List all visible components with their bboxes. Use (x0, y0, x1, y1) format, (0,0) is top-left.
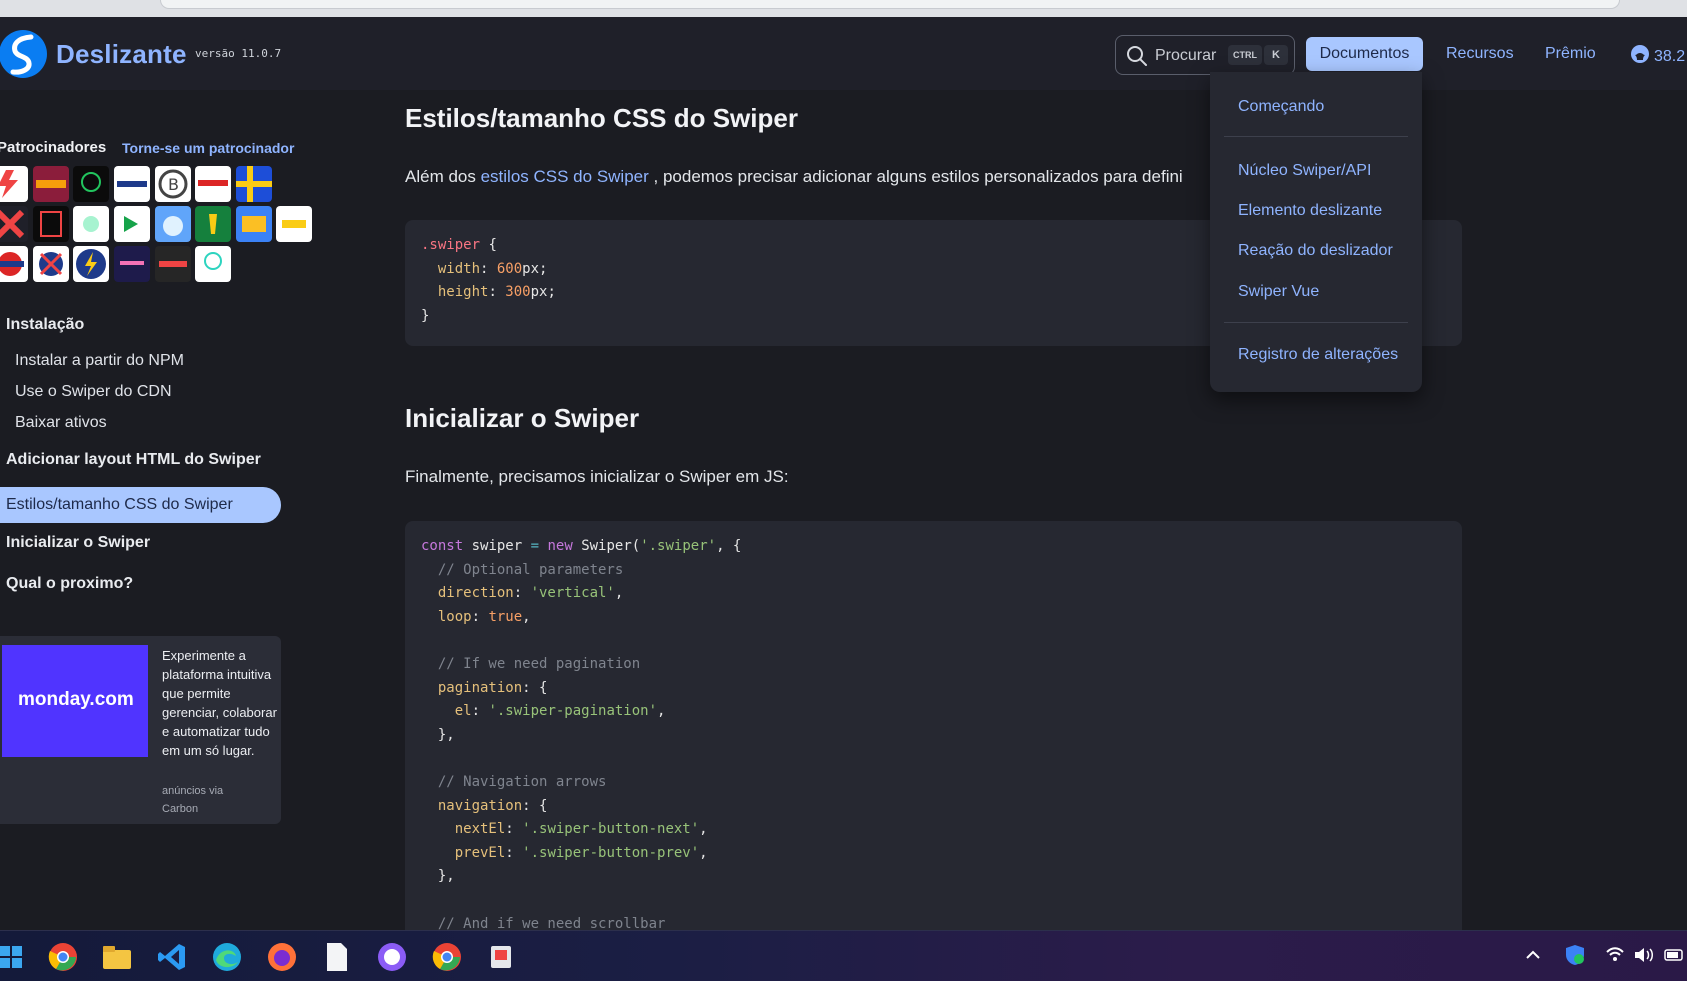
para-text: , podemos precisar adicionar alguns esti… (648, 167, 1183, 186)
sidebar-item-init[interactable]: Inicializar o Swiper (6, 534, 150, 552)
github-stars: 38.2 (1654, 48, 1686, 65)
section-paragraph-css: Além dos estilos CSS do Swiper , podemos… (405, 167, 1183, 187)
sponsor-logo[interactable] (73, 246, 109, 282)
sidebar-item-css-styles[interactable]: Estilos/tamanho CSS do Swiper (0, 487, 281, 523)
os-taskbar (0, 930, 1687, 981)
notepad-icon[interactable] (320, 940, 354, 974)
sponsor-logo[interactable]: B (155, 166, 191, 202)
ad-image[interactable]: monday.com (2, 645, 148, 757)
css-styles-link[interactable]: estilos CSS do Swiper (481, 167, 649, 186)
sidebar-item-instalacao[interactable]: Instalação (6, 316, 84, 334)
security-shield-icon[interactable] (1564, 944, 1586, 971)
code-block-js: const swiper = new Swiper('.swiper', { /… (405, 521, 1462, 951)
kbd-ctrl: CTRL (1228, 45, 1262, 65)
documentos-dropdown: Começando Núcleo Swiper/API Elemento des… (1210, 72, 1422, 392)
section-title-css: Estilos/tamanho CSS do Swiper (405, 103, 798, 133)
sponsor-logo[interactable] (73, 206, 109, 242)
chrome-icon[interactable] (46, 940, 80, 974)
swiper-logo-icon[interactable] (0, 27, 48, 81)
volume-icon[interactable] (1633, 946, 1655, 969)
version-label: versão 11.0.7 (195, 47, 282, 60)
dropdown-item-react[interactable]: Reação do deslizador (1238, 242, 1393, 260)
dropdown-item-element[interactable]: Elemento deslizante (1238, 202, 1382, 220)
sponsor-logo[interactable] (236, 166, 272, 202)
brand-name[interactable]: Deslizante (56, 39, 187, 70)
sponsor-logo[interactable] (73, 166, 109, 202)
search-button[interactable]: Procurar CTRL K (1115, 35, 1295, 75)
svg-text:B: B (168, 175, 179, 194)
github-desktop-icon[interactable] (375, 940, 409, 974)
sidebar-item-npm[interactable]: Instalar a partir do NPM (15, 352, 184, 370)
sponsor-logo[interactable] (195, 246, 231, 282)
carbon-ad[interactable]: monday.com Experimente a plataforma intu… (0, 636, 281, 824)
dropdown-divider (1224, 322, 1408, 323)
sponsor-logo[interactable] (114, 206, 150, 242)
para-text: Além dos (405, 167, 481, 186)
sidebar-item-assets[interactable]: Baixar ativos (15, 414, 107, 432)
search-icon (1127, 46, 1147, 66)
sponsor-logo[interactable] (0, 166, 28, 202)
nav-recursos[interactable]: Recursos (1446, 37, 1514, 71)
sidebar-item-html-layout[interactable]: Adicionar layout HTML do Swiper (6, 451, 261, 469)
sponsor-logo[interactable] (33, 246, 69, 282)
sponsor-logo[interactable] (0, 246, 28, 282)
sponsor-logo[interactable] (155, 246, 191, 282)
windows-start-icon[interactable] (0, 940, 28, 974)
sidebar-item-cdn[interactable]: Use o Swiper do CDN (15, 383, 172, 401)
sponsor-logo[interactable] (114, 246, 150, 282)
sponsor-logo[interactable] (236, 206, 272, 242)
dropdown-item-comecando[interactable]: Começando (1238, 98, 1324, 116)
sponsor-logo[interactable] (0, 206, 28, 242)
ad-text[interactable]: Experimente a plataforma intuitiva que p… (162, 646, 280, 760)
chevron-up-icon[interactable] (1525, 946, 1541, 966)
github-link[interactable]: 38.2 (1630, 44, 1685, 66)
ad-via-label[interactable]: anúncios via Carbon (162, 782, 252, 818)
sponsor-logo[interactable] (114, 166, 150, 202)
sponsor-logo[interactable] (33, 206, 69, 242)
edge-icon[interactable] (210, 940, 244, 974)
github-icon (1631, 45, 1649, 63)
top-navbar: Deslizante versão 11.0.7 Procurar CTRL K… (0, 17, 1687, 90)
dropdown-item-changelog[interactable]: Registro de alterações (1238, 346, 1398, 364)
sponsor-logo[interactable] (195, 206, 231, 242)
sponsor-logo[interactable] (155, 206, 191, 242)
wifi-icon[interactable] (1605, 946, 1625, 967)
docs-sidebar: Patrocinadores Torne-se um patrocinador … (0, 90, 312, 930)
sidebar-item-next[interactable]: Qual o proximo? (6, 575, 133, 593)
kbd-k: K (1264, 45, 1288, 65)
file-explorer-icon[interactable] (100, 940, 134, 974)
nav-premio[interactable]: Prêmio (1545, 37, 1596, 71)
ad-brand: monday.com (18, 689, 134, 710)
vscode-icon[interactable] (155, 940, 189, 974)
sponsors-title: Patrocinadores (0, 139, 107, 156)
address-bar[interactable] (160, 0, 1620, 9)
battery-icon[interactable] (1664, 946, 1686, 969)
become-sponsor-link[interactable]: Torne-se um patrocinador (122, 140, 294, 156)
dropdown-item-vue[interactable]: Swiper Vue (1238, 283, 1319, 301)
browser-toolbar (0, 0, 1687, 17)
snipping-tool-icon[interactable] (485, 940, 519, 974)
chrome-icon[interactable] (430, 940, 464, 974)
firefox-icon[interactable] (265, 940, 299, 974)
sponsor-logo[interactable] (276, 206, 312, 242)
dropdown-divider (1224, 136, 1408, 137)
search-placeholder: Procurar (1155, 47, 1217, 64)
nav-documentos[interactable]: Documentos (1306, 37, 1423, 71)
dropdown-item-core-api[interactable]: Núcleo Swiper/API (1238, 162, 1371, 180)
section-paragraph-init: Finalmente, precisamos inicializar o Swi… (405, 467, 789, 486)
sponsor-logo[interactable] (195, 166, 231, 202)
sponsor-logo[interactable] (33, 166, 69, 202)
section-title-init: Inicializar o Swiper (405, 403, 640, 433)
